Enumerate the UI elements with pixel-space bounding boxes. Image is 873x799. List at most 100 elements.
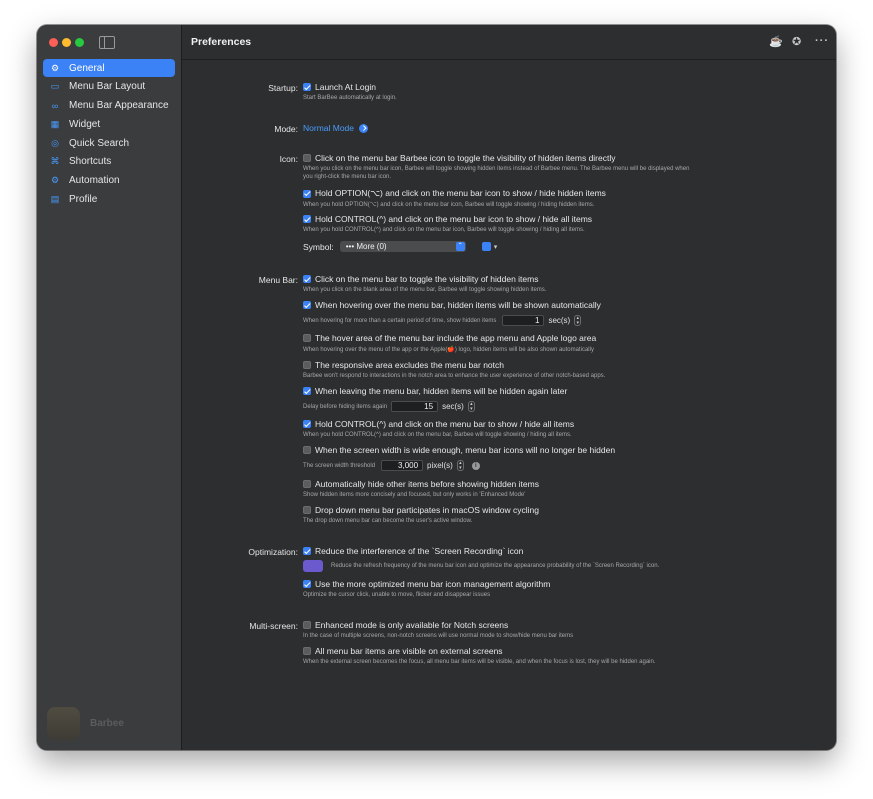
widget-icon: ▦ (50, 118, 60, 129)
screen-width-checkbox[interactable] (303, 446, 311, 454)
control-click-menubar-desc: When you hold CONTROL(^) and click on th… (303, 432, 572, 438)
option-click-checkbox[interactable] (303, 189, 311, 198)
zoom-button[interactable] (75, 38, 84, 47)
screen-width-stepper[interactable]: ▴ ▾ (456, 460, 464, 471)
screen-width-desc: The screen width threshold (303, 462, 376, 469)
notch-row[interactable]: The responsive area excludes the menu ba… (303, 360, 504, 370)
symbol-color-button[interactable] (481, 242, 491, 251)
sidebar-item-widget[interactable]: ▦ Widget (43, 115, 175, 133)
external-screens-label: All menu bar items are visible on extern… (315, 646, 503, 656)
control-click-icon-checkbox[interactable] (303, 215, 311, 223)
algorithm-row[interactable]: Use the more optimized menu bar icon man… (303, 579, 550, 589)
control-click-icon-label: Hold CONTROL(^) and click on the menu ba… (315, 214, 593, 224)
auto-hide-other-label: Automatically hide other items before sh… (315, 479, 539, 489)
launch-at-login-checkbox[interactable] (303, 83, 311, 91)
main-panel: Preferences ☕ ✪ ··· Startup: Launch At L… (182, 25, 836, 750)
hover-area-desc: When hovering over the menu of the app o… (303, 347, 594, 353)
shortcuts-icon: ⌘ (50, 156, 60, 167)
leave-hide-row[interactable]: When leaving the menu bar, hidden items … (303, 386, 567, 396)
hover-area-row[interactable]: The hover area of the menu bar include t… (303, 333, 596, 343)
symbol-select[interactable]: ••• More (0) ⌃ (339, 241, 466, 252)
multiscreen-label: Multi-screen: (249, 621, 298, 631)
hover-area-checkbox[interactable] (303, 334, 311, 342)
leave-delay-input[interactable]: 15 (391, 401, 439, 412)
sidebar-toggle-icon[interactable] (99, 36, 115, 49)
sidebar-item-label: Widget (69, 118, 101, 130)
screen-recording-desc: Reduce the refresh frequency of the menu… (331, 563, 660, 569)
icon-click-toggle-desc: When you click on the menu bar icon, Bar… (303, 166, 690, 172)
leave-hide-checkbox[interactable] (303, 387, 311, 395)
sidebar-item-menu-bar-layout[interactable]: ▭ Menu Bar Layout (43, 78, 175, 96)
mode-value[interactable]: Normal Mode (303, 123, 354, 133)
screen-width-unit: pixel(s) (427, 461, 453, 470)
chevron-down-icon[interactable]: ▾ (494, 243, 498, 251)
dropdown-cycle-label: Drop down menu bar participates in macOS… (315, 505, 539, 515)
algorithm-label: Use the more optimized menu bar icon man… (315, 579, 551, 589)
menubar-click-toggle-checkbox[interactable] (303, 275, 311, 283)
sidebar-item-label: General (69, 62, 105, 74)
barbee-logo-icon (47, 707, 80, 740)
close-button[interactable] (49, 38, 58, 47)
auto-hide-other-desc: Show hidden items more concisely and foc… (303, 492, 526, 498)
symbol-row: Symbol: ••• More (0) ⌃ ▾ (303, 241, 497, 252)
leave-delay-stepper[interactable]: ▴ ▾ (467, 401, 475, 412)
mode-arrow-icon[interactable] (359, 123, 369, 133)
info-icon[interactable]: i (471, 461, 480, 470)
algorithm-checkbox[interactable] (303, 580, 311, 588)
appearance-icon: ∞ (51, 100, 59, 111)
enhanced-mode-row[interactable]: Enhanced mode is only available for Notc… (303, 620, 508, 630)
hover-show-checkbox[interactable] (303, 301, 311, 309)
screen-recording-row[interactable]: Reduce the interference of the `Screen R… (303, 546, 523, 556)
enhanced-mode-label: Enhanced mode is only available for Notc… (315, 620, 509, 630)
icon-click-toggle-desc-2: you right-click the menu bar icon. (303, 174, 392, 180)
hover-show-desc: When hovering for more than a certain pe… (303, 317, 497, 324)
external-screens-row[interactable]: All menu bar items are visible on extern… (303, 646, 503, 656)
gear-icon: ⚙ (50, 62, 60, 73)
settings-content: Startup: Launch At Login Start BarBee au… (182, 25, 836, 750)
sidebar-item-profile[interactable]: ▤ Profile (43, 190, 175, 208)
mode-row[interactable]: Normal Mode (303, 123, 369, 133)
external-screens-checkbox[interactable] (303, 647, 311, 655)
sidebar-item-automation[interactable]: ⚙ Automation (43, 171, 175, 189)
option-click-row[interactable]: Hold OPTION(⌥) and click on the menu bar… (303, 188, 606, 199)
sidebar-item-menu-bar-appearance[interactable]: ∞ Menu Bar Appearance (43, 96, 175, 114)
sidebar-nav: ⚙ General ▭ Menu Bar Layout ∞ Menu Bar Appear… (43, 59, 175, 209)
control-click-menubar-checkbox[interactable] (303, 420, 311, 428)
auto-hide-other-checkbox[interactable] (303, 480, 311, 488)
minimize-button[interactable] (62, 38, 71, 47)
external-screens-desc: When the external screen becomes the foc… (303, 659, 656, 665)
symbol-label: Symbol: (303, 241, 334, 252)
hover-area-label: The hover area of the menu bar include t… (315, 333, 597, 343)
screen-recording-checkbox[interactable] (303, 547, 311, 555)
sidebar-item-label: Automation (69, 175, 120, 187)
hover-delay-input[interactable]: 1 (502, 315, 545, 326)
menubar-click-toggle-row[interactable]: Click on the menu bar to toggle the visi… (303, 274, 538, 284)
preferences-window: ⚙ General ▭ Menu Bar Layout ∞ Menu Bar Appear… (37, 25, 836, 750)
control-click-icon-row[interactable]: Hold CONTROL(^) and click on the menu ba… (303, 214, 592, 224)
dropdown-cycle-checkbox[interactable] (303, 506, 311, 514)
select-chevron-icon: ⌃ (455, 242, 465, 251)
sidebar-item-quick-search[interactable]: ◎ Quick Search (43, 134, 175, 152)
launch-at-login-desc: Start BarBee automatically at login. (303, 95, 397, 101)
dropdown-cycle-row[interactable]: Drop down menu bar participates in macOS… (303, 505, 539, 515)
auto-hide-other-row[interactable]: Automatically hide other items before sh… (303, 479, 539, 489)
screen-width-label: When the screen width is wide enough, me… (315, 445, 616, 455)
enhanced-mode-desc: In the case of multiple screens, non-not… (303, 633, 574, 639)
sidebar-item-general[interactable]: ⚙ General (43, 59, 175, 78)
icon-click-toggle-checkbox[interactable] (303, 154, 311, 162)
icon-click-toggle-row[interactable]: Click on the menu bar Barbee icon to tog… (303, 153, 616, 163)
notch-checkbox[interactable] (303, 361, 311, 369)
brand: Barbee (47, 707, 124, 740)
launch-at-login-row[interactable]: Launch At Login (303, 82, 376, 92)
optimization-label: Optimization: (248, 547, 298, 557)
sidebar-item-shortcuts[interactable]: ⌘ Shortcuts (43, 153, 175, 171)
brand-name: Barbee (90, 718, 124, 729)
enhanced-mode-checkbox[interactable] (303, 621, 311, 629)
hover-delay-stepper[interactable]: ▴ ▾ (574, 315, 582, 326)
screen-width-input[interactable]: 3,000 (381, 460, 424, 471)
hover-show-row[interactable]: When hovering over the menu bar, hidden … (303, 300, 601, 310)
control-click-menubar-row[interactable]: Hold CONTROL(^) and click on the menu ba… (303, 419, 574, 429)
leave-hide-desc: Delay before hiding items again (303, 403, 388, 410)
screen-width-row[interactable]: When the screen width is wide enough, me… (303, 445, 615, 455)
screen-width-threshold-row: The screen width threshold 3,000 pixel(s… (303, 460, 480, 471)
